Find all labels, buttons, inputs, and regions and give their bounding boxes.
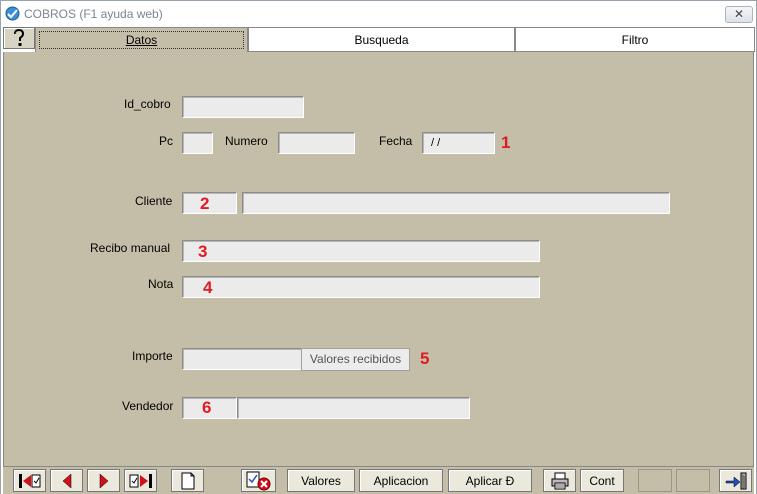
aplicar-button-label: Aplicar Ð — [465, 473, 515, 488]
marker-2: 2 — [200, 194, 210, 213]
numero-field[interactable] — [278, 132, 355, 154]
aplicacion-button[interactable]: Aplicacion — [359, 469, 443, 492]
tab-filtro-label: Filtro — [621, 33, 649, 47]
close-icon: ✕ — [733, 7, 745, 21]
cont-button-label: Cont — [589, 473, 615, 488]
disabled-button-1[interactable] — [638, 469, 672, 492]
aplicacion-button-label: Aplicacion — [373, 473, 429, 488]
tab-busqueda-label: Busqueda — [354, 33, 409, 47]
title-bar: COBROS (F1 ayuda web) ✕ — [0, 0, 757, 26]
vendedor-name-field[interactable] — [237, 397, 470, 419]
new-document-icon — [181, 472, 194, 489]
tab-busqueda[interactable]: Busqueda — [248, 27, 515, 52]
valores-button-label: Valores — [301, 473, 341, 488]
recibo-manual-label: Recibo manual — [90, 241, 171, 255]
tab-filtro[interactable]: Filtro — [515, 27, 755, 52]
previous-record-button[interactable] — [50, 469, 83, 492]
close-button[interactable]: ✕ — [725, 6, 753, 23]
first-record-icon — [18, 473, 40, 488]
marker-3: 3 — [198, 242, 208, 261]
cliente-name-field[interactable] — [242, 192, 670, 214]
numero-label: Numero — [225, 134, 268, 148]
tab-bar: Datos Busqueda Filtro — [3, 27, 755, 53]
first-record-button[interactable] — [13, 469, 46, 492]
last-record-button[interactable] — [124, 469, 157, 492]
fecha-label: Fecha — [379, 134, 413, 148]
marker-4: 4 — [203, 278, 213, 297]
cont-button[interactable]: Cont — [580, 469, 624, 492]
id-cobro-field[interactable] — [182, 96, 304, 118]
cliente-label: Cliente — [135, 194, 173, 208]
pc-field[interactable] — [182, 132, 213, 154]
aplicar-button[interactable]: Aplicar Ð — [448, 469, 532, 492]
tab-datos[interactable]: Datos — [35, 27, 248, 52]
print-button[interactable] — [543, 469, 576, 492]
pc-label: Pc — [159, 134, 174, 148]
fecha-field[interactable]: / / — [422, 132, 495, 154]
window-title: COBROS (F1 ayuda web) — [24, 7, 163, 21]
marker-6: 6 — [202, 398, 212, 417]
cancel-document-icon — [246, 471, 270, 490]
printer-icon — [551, 472, 568, 489]
id-cobro-label: Id_cobro — [124, 97, 171, 111]
nota-label: Nota — [148, 277, 174, 291]
datos-panel: Id_cobro Pc Numero Fecha / / 1 Cliente 2… — [3, 52, 754, 466]
recibo-manual-field[interactable] — [182, 240, 540, 262]
importe-field[interactable] — [182, 348, 302, 370]
vendedor-label: Vendedor — [122, 399, 174, 413]
exit-button[interactable] — [719, 469, 752, 492]
marker-5: 5 — [420, 349, 430, 368]
question-mark-icon — [14, 29, 25, 46]
cancel-record-button[interactable] — [241, 469, 276, 492]
valores-button[interactable]: Valores — [287, 469, 355, 492]
app-logo-icon — [5, 6, 20, 21]
new-record-button[interactable] — [171, 469, 204, 492]
exit-door-icon — [725, 472, 746, 489]
importe-label: Importe — [132, 349, 173, 363]
previous-record-icon — [62, 472, 71, 489]
next-record-button[interactable] — [87, 469, 120, 492]
bottom-toolbar: Valores Aplicacion Aplicar Ð Cont — [3, 466, 754, 494]
last-record-icon — [129, 473, 152, 488]
help-button[interactable] — [3, 27, 35, 49]
tab-datos-label: Datos — [125, 33, 158, 47]
nota-field[interactable] — [182, 276, 540, 298]
valores-recibidos-button[interactable]: Valores recibidos — [301, 348, 410, 371]
next-record-icon — [99, 472, 108, 489]
disabled-button-2[interactable] — [676, 469, 710, 492]
cliente-code-field[interactable] — [182, 192, 237, 214]
marker-1: 1 — [501, 133, 511, 152]
